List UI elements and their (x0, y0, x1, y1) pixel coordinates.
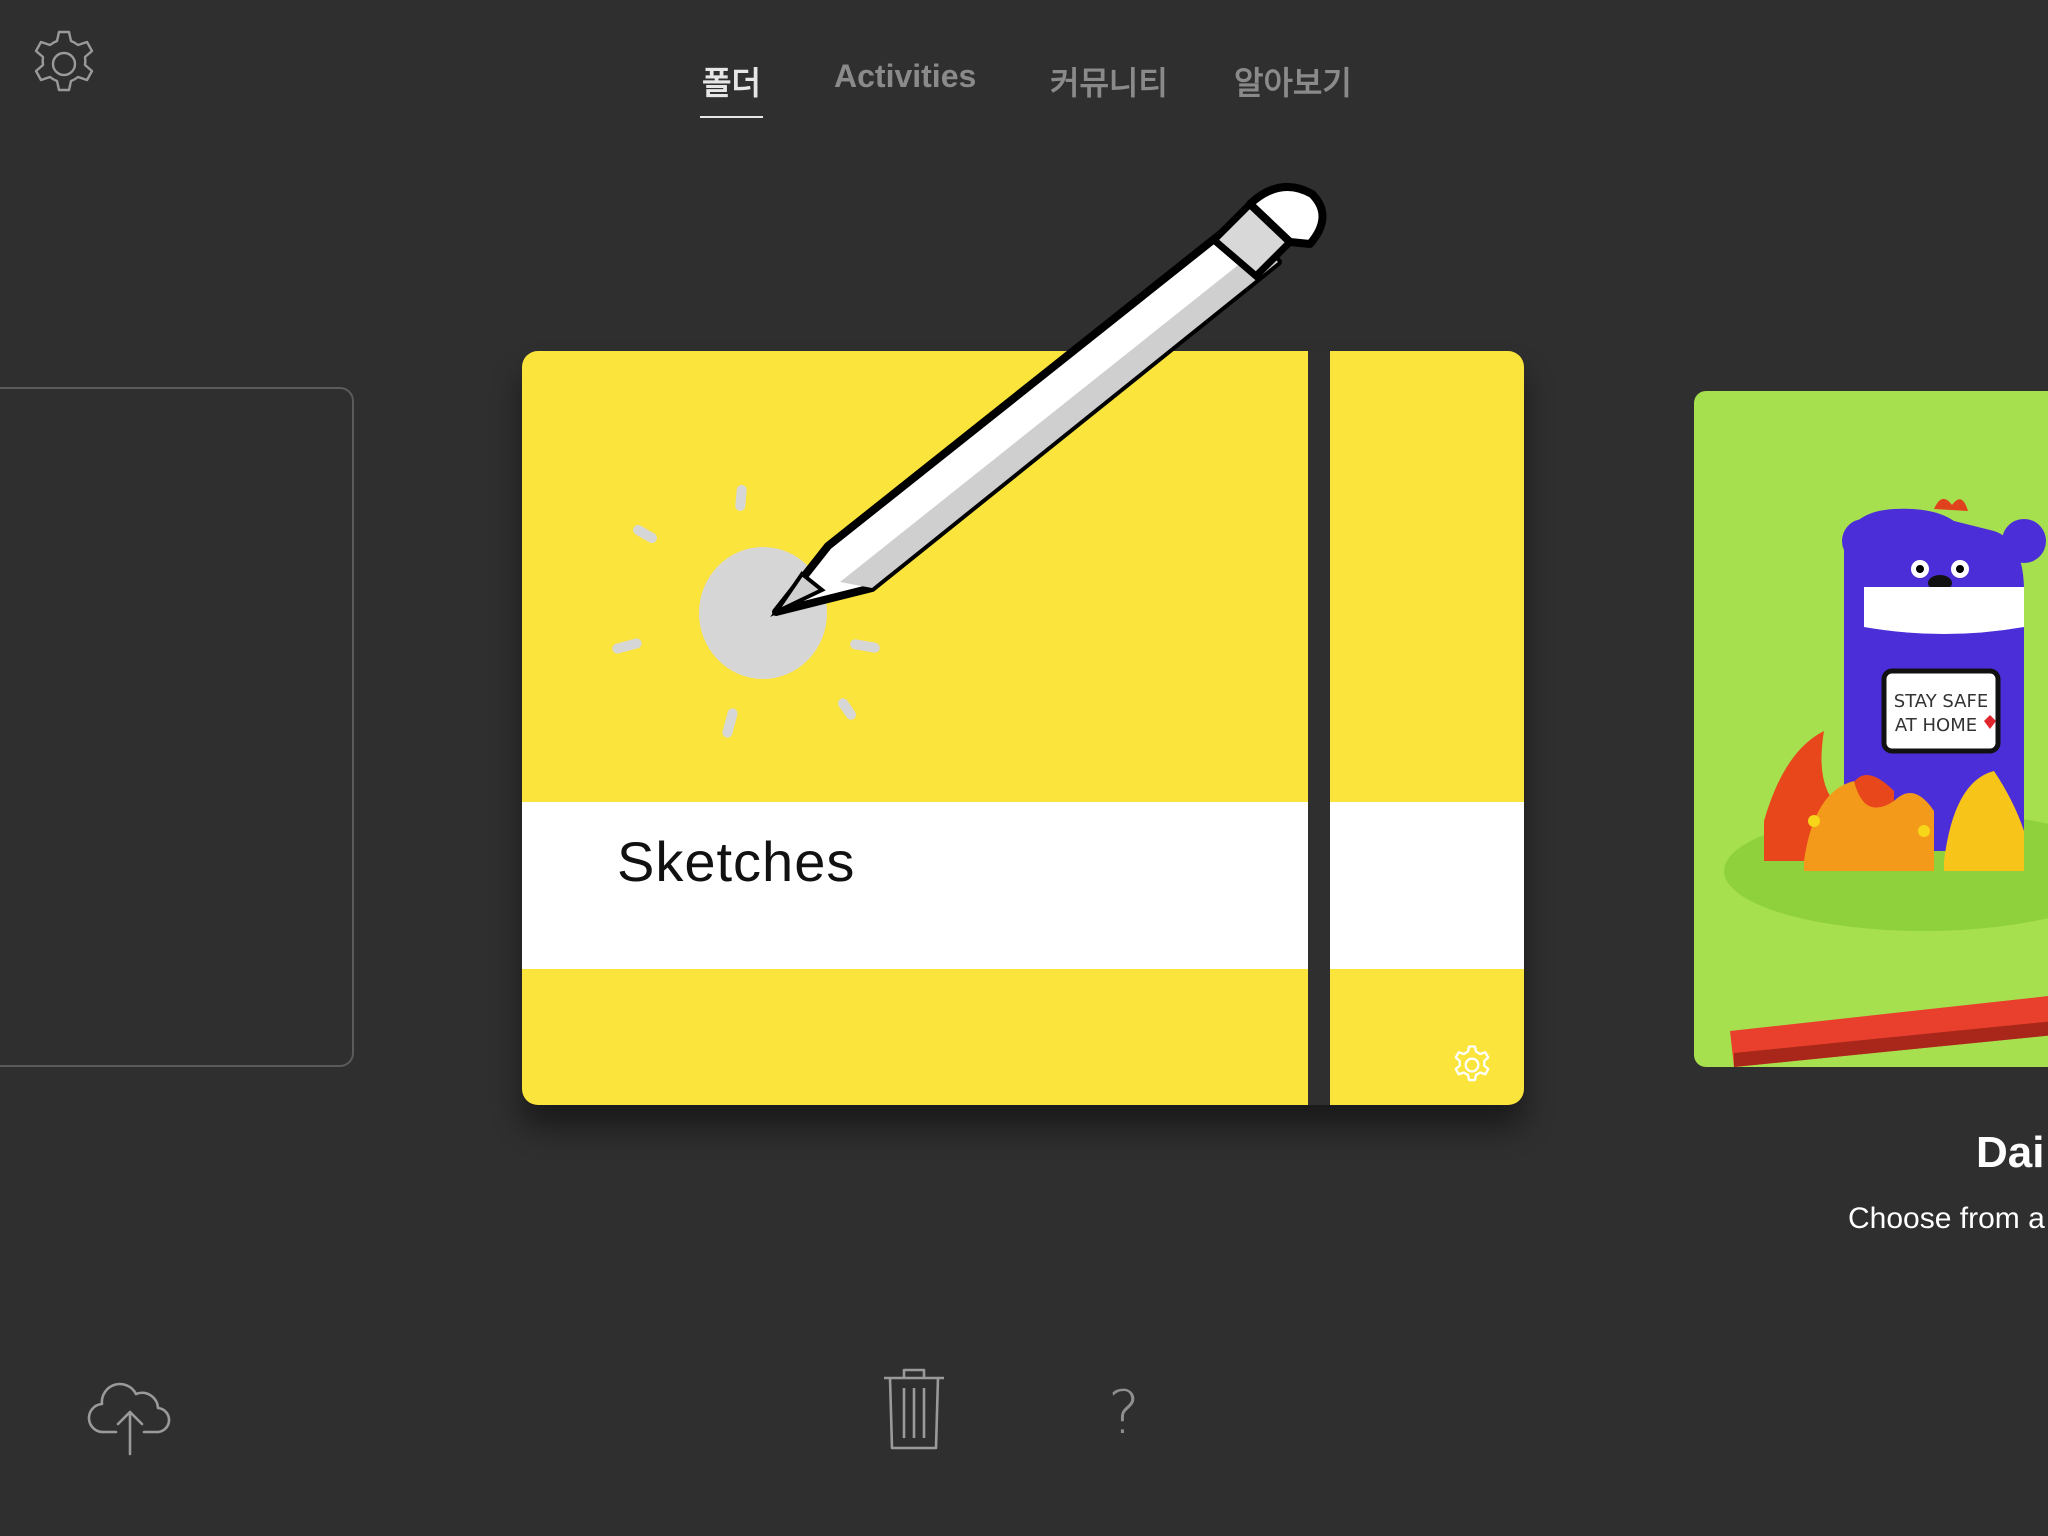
help-button[interactable]: ? (1108, 1378, 1140, 1448)
tab-activities[interactable]: Activities (834, 58, 976, 95)
daily-card-subtitle: Choose from a (1848, 1202, 2045, 1235)
sketchbook-settings-button[interactable] (1450, 1043, 1494, 1087)
tab-folders[interactable]: 폴더 (700, 58, 763, 118)
gear-icon (1454, 1045, 1490, 1082)
daily-activity-card[interactable]: STAY SAFE AT HOME (1694, 391, 2048, 1067)
pencil-icon (770, 183, 1327, 618)
sign-text-2: AT HOME (1895, 715, 1977, 736)
tab-community[interactable]: 커뮤니티 (1050, 58, 1168, 104)
tab-learn[interactable]: 알아보기 (1234, 58, 1352, 104)
daily-card-title: Dai (1976, 1128, 2045, 1177)
trash-icon (884, 1368, 944, 1450)
top-tabs: 폴더 Activities 커뮤니티 알아보기 (0, 58, 2048, 118)
sketchbook-title[interactable]: Sketches (617, 829, 855, 894)
app-screen: 폴더 Activities 커뮤니티 알아보기 Sketches STAY SA… (0, 0, 2048, 1536)
cloud-upload-icon (87, 1382, 171, 1456)
empty-sketchbook-card[interactable] (0, 387, 354, 1067)
monster-illustration: STAY SAFE AT HOME (1724, 498, 2048, 1067)
question-mark-icon: ? (1108, 1378, 1140, 1448)
trash-button[interactable] (878, 1366, 950, 1452)
sign-text-1: STAY SAFE (1894, 691, 1988, 712)
import-cloud-button[interactable] (86, 1372, 174, 1456)
